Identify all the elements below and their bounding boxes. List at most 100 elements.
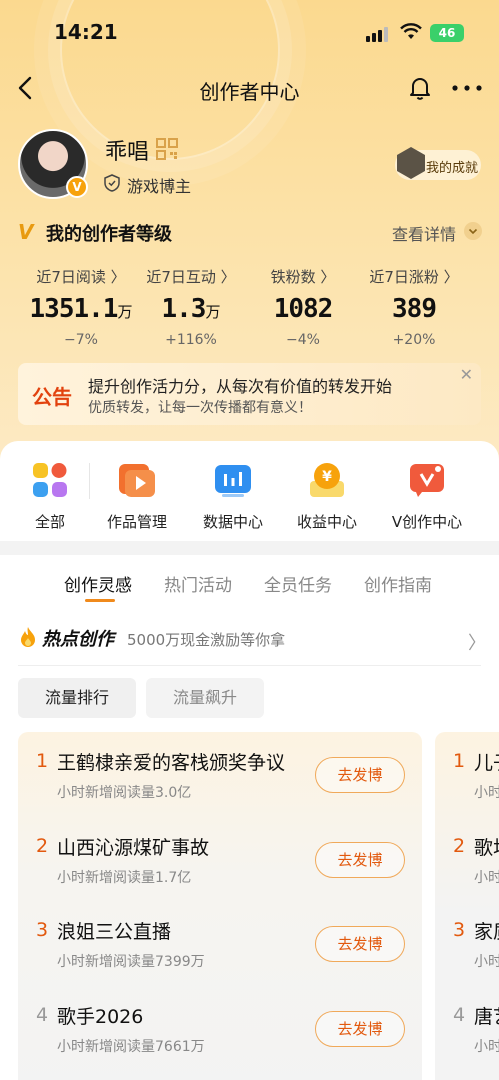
achievement-button[interactable]: 我的成就 <box>395 147 481 180</box>
announcement-line1: 提升创作活力分，从每次有价值的转发开始 <box>88 377 393 396</box>
topic-title: 王鹤棣亲爱的客栈颁奖争议 <box>57 752 286 774</box>
battery-level: 46 <box>438 26 456 40</box>
chart-icon <box>214 461 252 499</box>
stat-label: 近7日互动 〉 <box>146 268 236 286</box>
tab-guide[interactable]: 创作指南 <box>364 571 432 596</box>
content-area: 创作灵感 热门活动 全员任务 创作指南 热点创作 5000万现金激励等你拿 〉 … <box>0 555 499 1080</box>
wifi-icon <box>400 23 422 46</box>
close-icon[interactable]: ✕ <box>460 365 473 384</box>
list-item[interactable]: 1 王鹤棣亲爱的客栈颁奖争议 小时新增阅读量3.0亿 去发博 <box>18 732 422 816</box>
level-v-icon: V <box>18 220 34 244</box>
rank-number: 1 <box>36 750 49 772</box>
tool-all[interactable]: 全部 <box>0 461 100 532</box>
stat-value: 1.3 <box>161 294 207 324</box>
shield-icon <box>104 174 120 192</box>
user-tag: 游戏博主 <box>127 177 192 196</box>
topic-stat: 小时新增阅读量3.0亿 <box>57 785 192 801</box>
tool-income[interactable]: ¥ 收益中心 <box>277 461 377 532</box>
status-time: 14:21 <box>54 20 118 44</box>
topic-stat: 小时新增阅读量7399万 <box>57 954 205 970</box>
list-item[interactable]: 3 家质 小时 <box>435 901 499 985</box>
stat-label: 铁粉数 〉 <box>270 268 336 286</box>
status-bar: 14:21 46 <box>0 0 499 64</box>
achievement-label: 我的成就 <box>426 161 479 176</box>
stat-interactions[interactable]: 近7日互动 〉 1.3万 +116% <box>136 266 246 348</box>
verified-v-icon: V <box>66 176 88 198</box>
topic-title: 山西沁源煤矿事故 <box>57 837 210 859</box>
stat-change: −4% <box>286 332 320 348</box>
hot-list-card-next: 1 儿子 小时 2 歌圳 小时 3 家质 小时 4 唐艺 小时 <box>435 732 499 1080</box>
battery-icon: 46 <box>430 24 464 42</box>
rank-number: 2 <box>36 835 49 857</box>
filter-traffic-rise[interactable]: 流量飙升 <box>146 678 264 718</box>
stat-value: 1082 <box>273 294 334 324</box>
stat-label: 近7日阅读 〉 <box>36 268 126 286</box>
more-icon[interactable] <box>450 74 484 102</box>
stat-unit: 万 <box>205 303 221 321</box>
topic-stat: 小时 <box>474 870 499 886</box>
cellular-signal-icon <box>366 26 390 42</box>
topic-title: 唐艺 <box>474 1006 499 1028</box>
tool-v-create[interactable]: V创作中心 <box>377 461 477 532</box>
topic-title: 歌圳 <box>474 837 499 859</box>
rank-number: 4 <box>453 1004 466 1026</box>
stat-value: 1351.1 <box>29 294 119 324</box>
list-item[interactable]: 4 歌手2026 小时新增阅读量7661万 去发博 <box>18 986 422 1070</box>
tab-tasks[interactable]: 全员任务 <box>264 571 332 596</box>
announcement-tag: 公告 <box>32 385 72 409</box>
tool-label: 作品管理 <box>106 513 167 531</box>
achievement-badge-icon <box>397 147 425 179</box>
post-button[interactable]: 去发博 <box>315 1011 405 1047</box>
hot-list-card: 1 王鹤棣亲爱的客栈颁奖争议 小时新增阅读量3.0亿 去发博 2 山西沁源煤矿事… <box>18 732 422 1080</box>
svg-text:¥: ¥ <box>322 469 332 485</box>
stat-value: 389 <box>392 294 437 324</box>
tab-hot-events[interactable]: 热门活动 <box>164 571 232 596</box>
post-button[interactable]: 去发博 <box>315 842 405 878</box>
list-item[interactable]: 3 浪姐三公直播 小时新增阅读量7399万 去发博 <box>18 901 422 985</box>
yen-icon: ¥ <box>308 461 346 499</box>
topic-title: 家质 <box>474 921 499 943</box>
creator-level-title: 我的创作者等级 <box>46 224 172 245</box>
bell-icon[interactable] <box>406 74 434 102</box>
topic-stat: 小时新增阅读量1.7亿 <box>57 870 192 886</box>
fire-icon <box>21 627 35 647</box>
list-item[interactable]: 4 唐艺 小时 <box>435 986 499 1070</box>
nav-bar: 创作者中心 <box>0 64 499 114</box>
topic-stat: 小时 <box>474 785 499 801</box>
list-item[interactable]: 1 儿子 小时 <box>435 732 499 816</box>
post-button[interactable]: 去发博 <box>315 926 405 962</box>
filter-traffic-rank[interactable]: 流量排行 <box>18 678 136 718</box>
stat-change: +20% <box>392 332 436 348</box>
topic-stat: 小时 <box>474 1039 499 1055</box>
tool-label: 收益中心 <box>296 513 357 531</box>
stat-fans[interactable]: 铁粉数 〉 1082 −4% <box>248 266 358 348</box>
view-details-link[interactable]: 查看详情 <box>392 221 456 245</box>
announcement-banner[interactable]: 公告 提升创作活力分，从每次有价值的转发开始 优质转发，让每一次传播都有意义！ … <box>18 363 481 425</box>
list-item[interactable]: 2 歌圳 小时 <box>435 817 499 901</box>
tool-data[interactable]: 数据中心 <box>183 461 283 532</box>
play-icon <box>118 461 156 499</box>
chevron-right-icon[interactable]: 〉 <box>468 629 486 655</box>
chevron-down-icon[interactable] <box>464 222 482 240</box>
list-item[interactable]: 2 山西沁源煤矿事故 小时新增阅读量1.7亿 去发博 <box>18 817 422 901</box>
v-create-icon <box>408 461 446 499</box>
rank-number: 2 <box>453 835 466 857</box>
hot-section-subtitle: 5000万现金激励等你拿 <box>127 631 286 649</box>
hot-section-title: 热点创作 <box>42 629 114 650</box>
divider <box>18 665 481 666</box>
tool-label: 数据中心 <box>202 513 263 531</box>
post-button[interactable]: 去发博 <box>315 757 405 793</box>
tool-label: V创作中心 <box>391 513 463 531</box>
qr-code-icon[interactable] <box>156 138 178 160</box>
stat-new-fans[interactable]: 近7日涨粉 〉 389 +20% <box>359 266 469 348</box>
rank-number: 3 <box>453 919 466 941</box>
tab-inspiration[interactable]: 创作灵感 <box>64 571 132 596</box>
grid-icon <box>31 461 69 499</box>
topic-title: 儿子 <box>474 752 499 774</box>
tool-works[interactable]: 作品管理 <box>87 461 187 532</box>
topic-stat: 小时新增阅读量7661万 <box>57 1039 205 1055</box>
stat-change: −7% <box>64 332 98 348</box>
stat-reads[interactable]: 近7日阅读 〉 1351.1万 −7% <box>26 266 136 348</box>
tools-panel: 全部 作品管理 数据中心 ¥ 收益中心 V创作中心 <box>0 441 499 541</box>
rank-number: 4 <box>36 1004 49 1026</box>
